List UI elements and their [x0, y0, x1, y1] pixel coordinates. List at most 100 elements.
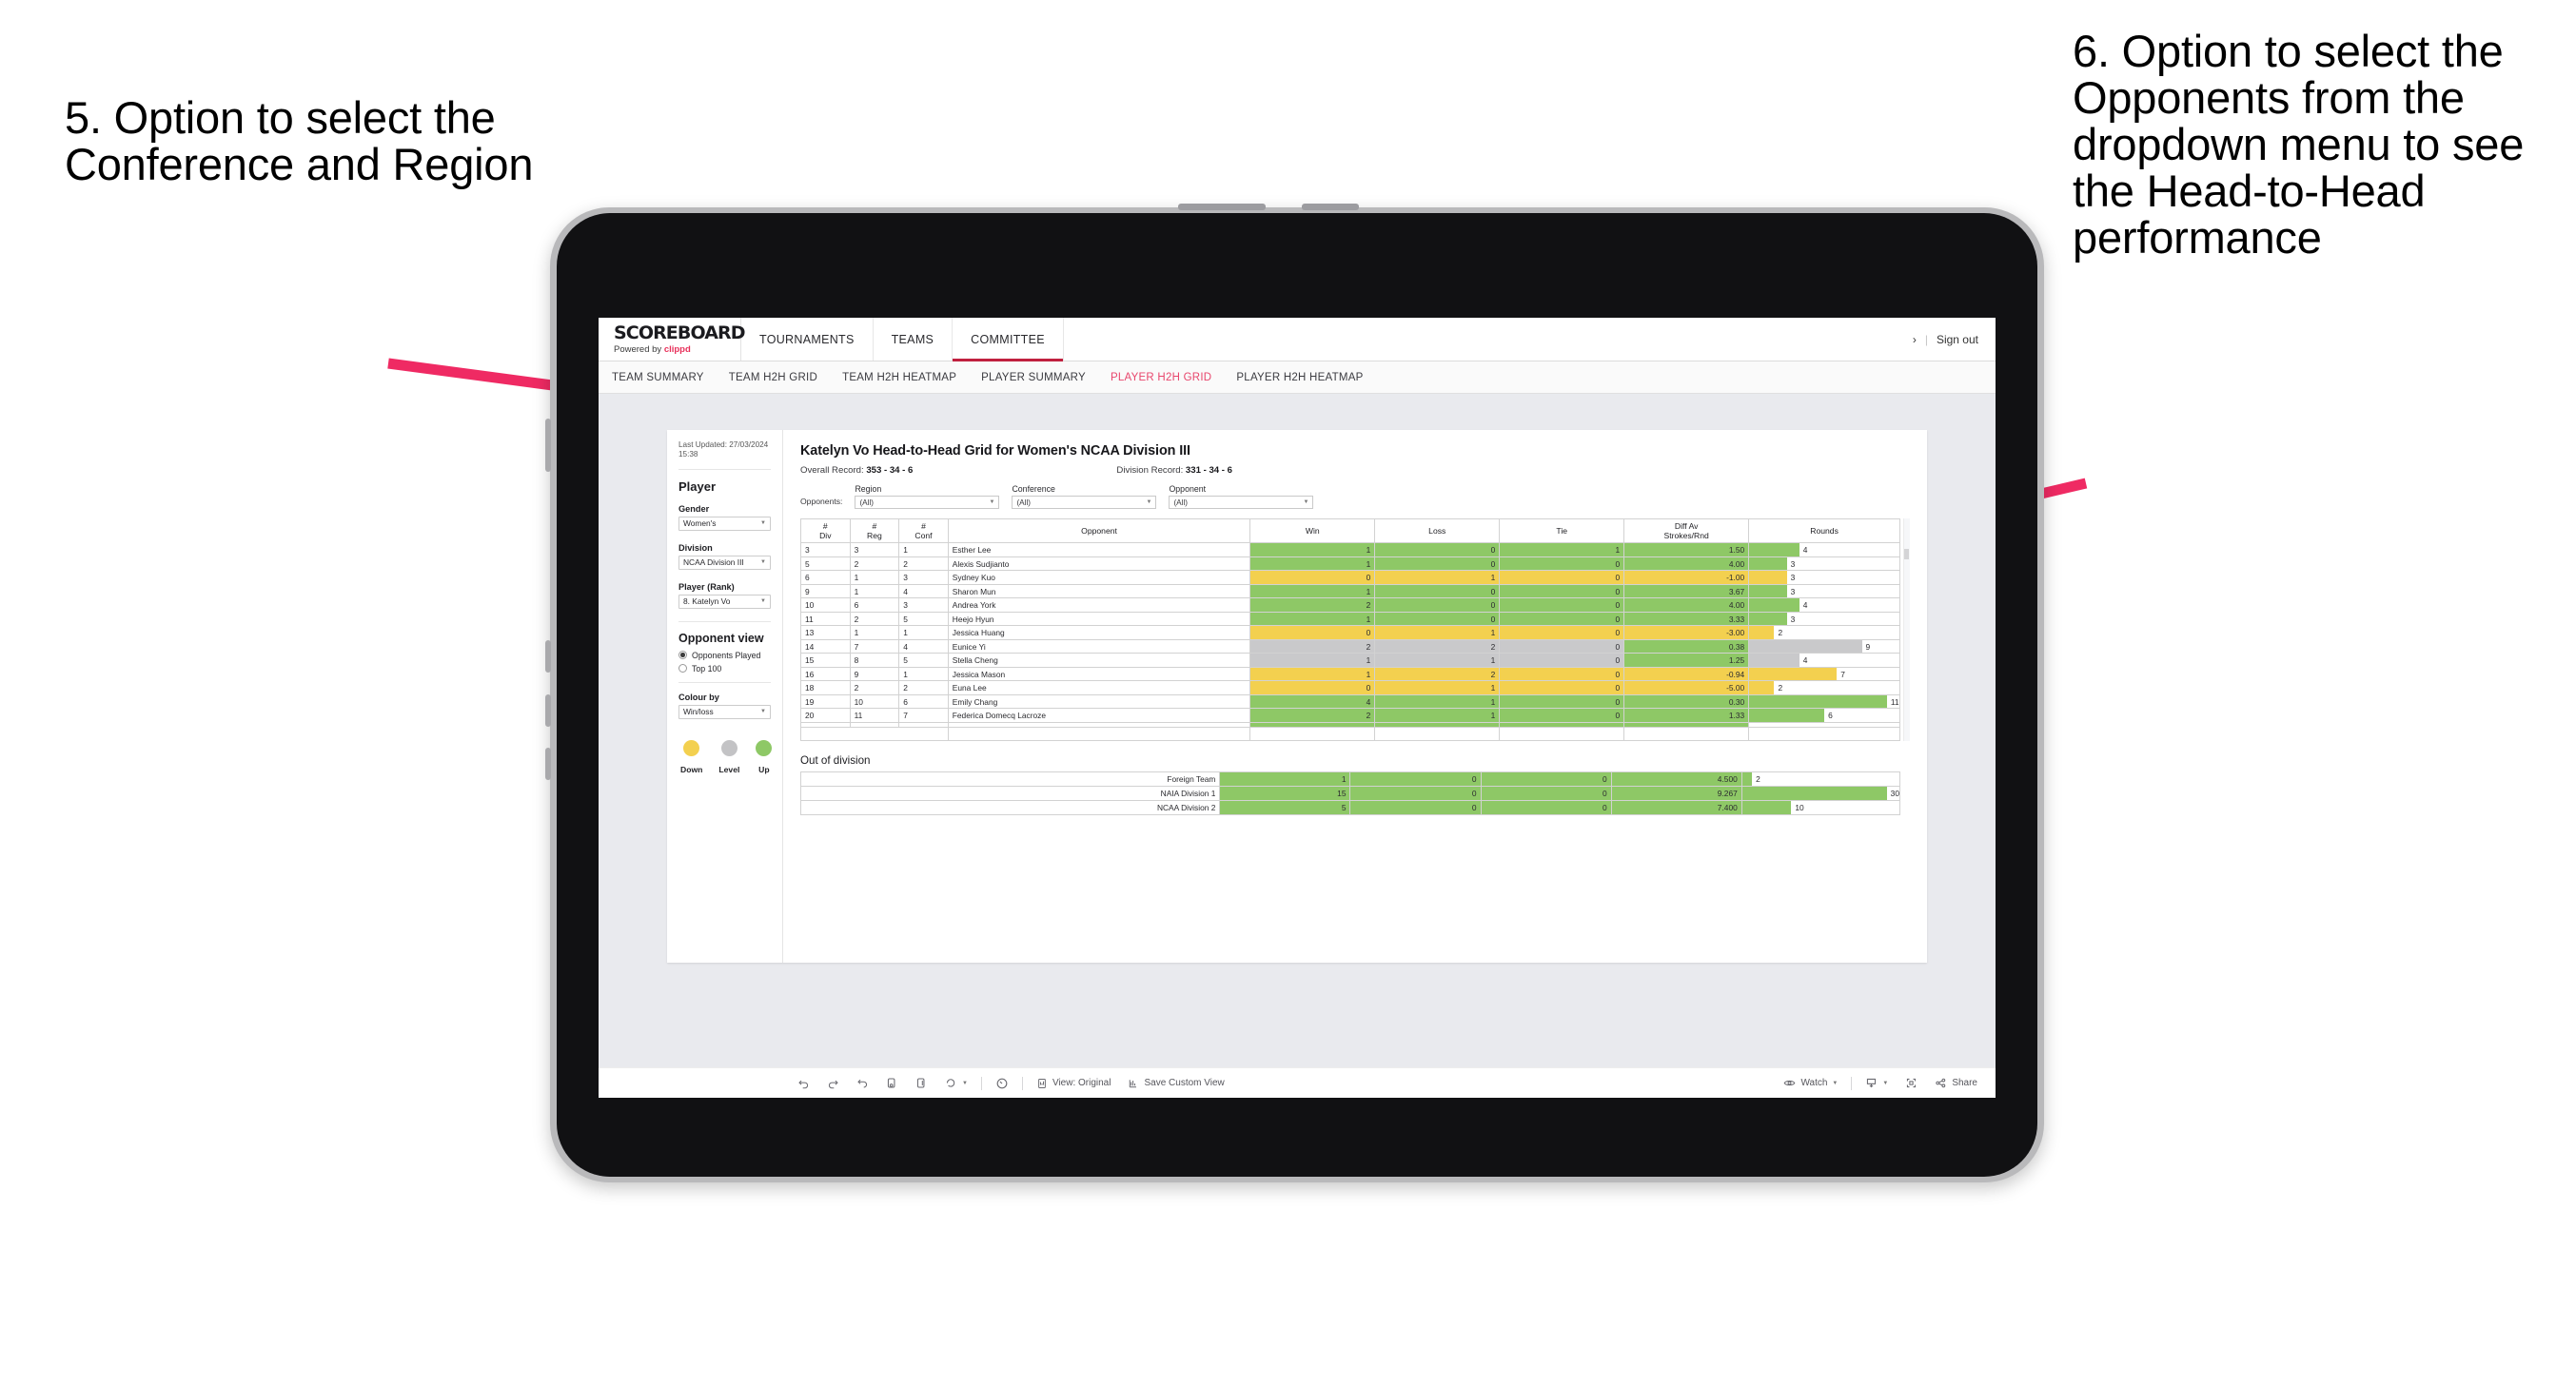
tab-team-summary[interactable]: TEAM SUMMARY — [612, 372, 704, 383]
cell-reg: 2 — [849, 556, 900, 572]
sign-out-link[interactable]: Sign out — [1937, 333, 1978, 346]
cell-loss: 0 — [1349, 800, 1482, 816]
cell-win: 0 — [1249, 625, 1376, 640]
col-tie: Tie — [1499, 517, 1625, 544]
download-button[interactable]: ▼ — [1857, 1077, 1897, 1089]
save-custom-view-label: Save Custom View — [1144, 1078, 1225, 1088]
cell-conf: 5 — [898, 653, 949, 668]
cell-loss: 1 — [1374, 693, 1501, 710]
table-row[interactable]: 3 3 1 Esther Lee 1 0 1 1.50 4 — [800, 542, 1900, 557]
table-row[interactable]: 15 8 5 Stella Cheng 1 1 0 1.25 4 — [800, 653, 1900, 668]
cell-opponent: Jessica Huang — [947, 625, 1251, 640]
table-row[interactable]: Foreign Team 1 0 0 4.500 2 — [799, 771, 1901, 788]
tab-team-h2h-grid[interactable]: TEAM H2H GRID — [729, 372, 817, 383]
cell-reg: 6 — [849, 597, 900, 613]
revert-button[interactable] — [848, 1077, 877, 1089]
cell-div: 6 — [800, 570, 851, 585]
cell-group-name: Foreign Team — [799, 771, 1221, 788]
table-row[interactable]: NAIA Division 1 15 0 0 9.267 30 — [799, 786, 1901, 802]
cell-reg: 10 — [849, 693, 900, 710]
redo-button[interactable] — [818, 1077, 848, 1089]
table-row[interactable]: 18 2 2 Euna Lee 0 1 0 -5.00 2 — [800, 680, 1900, 695]
radio-top-100[interactable]: Top 100 — [678, 664, 771, 673]
tab-player-h2h-heatmap[interactable]: PLAYER H2H HEATMAP — [1236, 372, 1363, 383]
device-side-button-1 — [545, 419, 551, 472]
tab-player-summary[interactable]: PLAYER SUMMARY — [981, 372, 1086, 383]
cell-rounds: 4 — [1748, 653, 1900, 668]
colour-legend: Down Level Up — [678, 739, 773, 774]
save-custom-view-button[interactable]: Save Custom View — [1119, 1078, 1232, 1089]
toolbar-right-group: Watch ▼ ▼ Share — [1775, 1076, 1996, 1090]
cell-tie: 0 — [1480, 800, 1612, 816]
nav-item-tournaments[interactable]: TOURNAMENTS — [741, 318, 874, 361]
cell-loss: 0 — [1374, 542, 1501, 557]
brand-subtitle: Powered by clippd — [614, 344, 740, 355]
conference-select[interactable]: (All) ▼ — [1012, 496, 1157, 509]
player-rank-value: 8. Katelyn Vo — [683, 596, 731, 606]
table-row[interactable]: NCAA Division 2 5 0 0 7.400 10 — [799, 800, 1901, 816]
radio-opponents-played[interactable]: Opponents Played — [678, 651, 771, 660]
chevron-down-icon: ▼ — [760, 520, 766, 526]
device-top-button-1 — [1178, 204, 1266, 210]
col-reg: # Reg — [849, 517, 900, 544]
share-button[interactable]: Share — [1926, 1077, 1986, 1089]
watch-button[interactable]: Watch ▼ — [1775, 1077, 1846, 1089]
colour-by-select[interactable]: Win/loss ▼ — [678, 704, 771, 719]
cell-conf: 5 — [898, 611, 949, 627]
radio-top-100-label: Top 100 — [692, 663, 722, 673]
table-row[interactable]: 14 7 4 Eunice Yi 2 2 0 0.38 9 — [800, 638, 1900, 654]
cell-opponent: Sydney Kuo — [947, 570, 1251, 585]
cell-diff: 0.30 — [1623, 693, 1750, 710]
cell-loss: 1 — [1374, 708, 1501, 723]
grid-scrollbar-thumb[interactable] — [1904, 549, 1909, 559]
table-row[interactable]: 6 1 3 Sydney Kuo 0 1 0 -1.00 3 — [800, 570, 1900, 585]
table-row[interactable]: 11 2 5 Heejo Hyun 1 0 0 3.33 3 — [800, 611, 1900, 627]
table-row[interactable]: 20 11 7 Federica Domecq Lacroze 2 1 0 1.33 6 — [800, 708, 1900, 723]
pause-updates-button[interactable] — [987, 1077, 1017, 1090]
cell-rounds: 4 — [1748, 597, 1900, 613]
col-opponent: Opponent — [947, 517, 1251, 544]
nav-separator: | — [1924, 332, 1928, 346]
cell-loss: 1 — [1374, 653, 1501, 668]
view-original-button[interactable]: View: Original — [1028, 1078, 1120, 1089]
grid-scrollbar-track[interactable] — [1903, 518, 1910, 742]
table-row[interactable]: 10 6 3 Andrea York 2 0 0 4.00 4 — [800, 597, 1900, 613]
player-rank-select[interactable]: 8. Katelyn Vo ▼ — [678, 594, 771, 609]
gender-label: Gender — [678, 503, 710, 514]
table-row[interactable]: 5 2 2 Alexis Sudjianto 1 0 0 4.00 3 — [800, 556, 1900, 572]
nav-item-committee[interactable]: COMMITTEE — [953, 318, 1064, 361]
division-select[interactable]: NCAA Division III ▼ — [678, 555, 771, 570]
cell-loss: 1 — [1374, 680, 1501, 695]
table-row[interactable]: 13 1 1 Jessica Huang 0 1 0 -3.00 2 — [800, 625, 1900, 640]
cell-tie: 1 — [1499, 542, 1625, 557]
cell-div: 15 — [800, 653, 851, 668]
refresh-dropdown-button[interactable]: ▼ — [936, 1077, 976, 1089]
gender-select[interactable]: Women's ▼ — [678, 516, 771, 531]
undo-button[interactable] — [789, 1077, 818, 1089]
fullscreen-button[interactable] — [1897, 1077, 1926, 1089]
cell-win: 1 — [1219, 771, 1351, 788]
pause-button[interactable] — [907, 1077, 936, 1089]
cell-rounds: 6 — [1748, 708, 1900, 723]
region-select[interactable]: (All) ▼ — [855, 496, 1000, 509]
chevron-down-icon: ▼ — [1832, 1080, 1839, 1086]
sidebar-heading-player: Player — [678, 478, 717, 494]
brand-logo[interactable]: SCOREBOARD Powered by clippd — [599, 318, 746, 361]
nav-item-teams[interactable]: TEAMS — [874, 318, 954, 361]
chevron-right-icon[interactable]: › — [1913, 333, 1917, 346]
refresh-button[interactable] — [877, 1077, 907, 1089]
cell-diff: -5.00 — [1623, 680, 1750, 695]
tab-player-h2h-grid[interactable]: PLAYER H2H GRID — [1111, 372, 1211, 383]
legend-item-down: Down — [680, 739, 702, 774]
opponent-select[interactable]: (All) ▼ — [1169, 496, 1314, 509]
tab-team-h2h-heatmap[interactable]: TEAM H2H HEATMAP — [842, 372, 956, 383]
colour-by-value: Win/loss — [683, 707, 714, 716]
cell-loss: 1 — [1374, 625, 1501, 640]
annotation-right-text: 6. Option to select the Opponents from t… — [2073, 26, 2525, 263]
division-record-value: 331 - 34 - 6 — [1185, 465, 1232, 476]
table-row[interactable]: 9 1 4 Sharon Mun 1 0 0 3.67 3 — [800, 583, 1900, 599]
cell-loss: 0 — [1349, 786, 1482, 802]
table-row[interactable]: 19 10 6 Emily Chang 4 1 0 0.30 11 — [800, 693, 1900, 710]
toolbar-separator-2 — [1021, 1076, 1023, 1090]
table-row[interactable]: 16 9 1 Jessica Mason 1 2 0 -0.94 7 — [800, 666, 1900, 682]
